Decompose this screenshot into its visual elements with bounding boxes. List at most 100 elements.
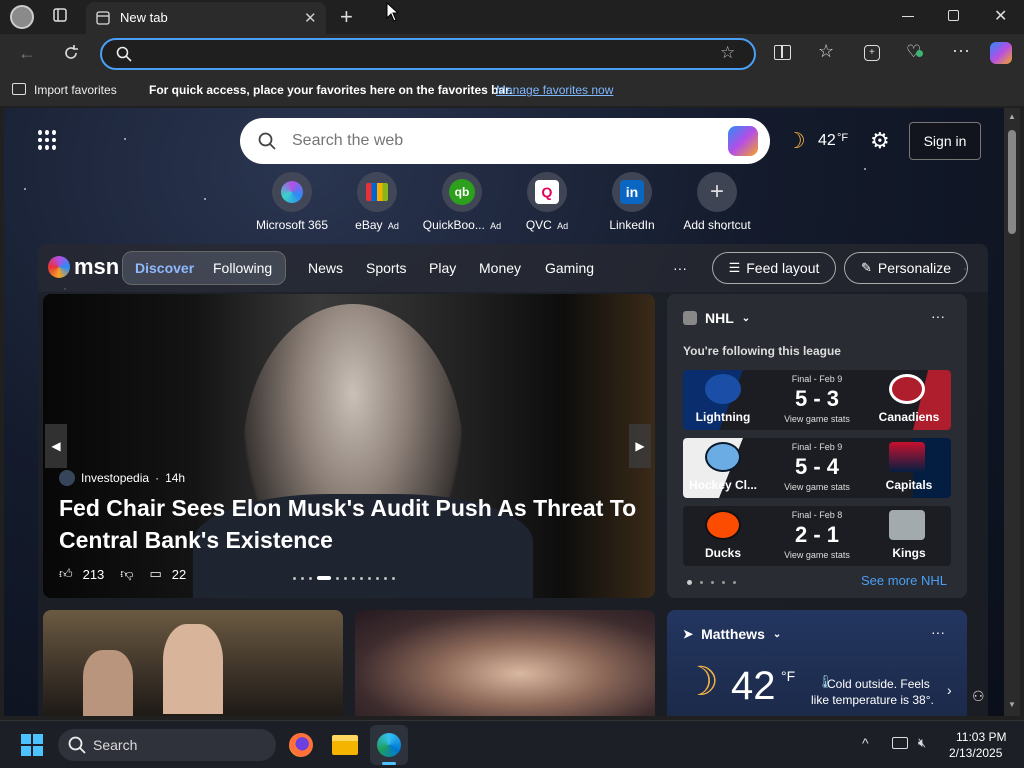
tab-following[interactable]: Following (213, 260, 272, 276)
hero-article-card[interactable]: ◀ ▶ Investopedia · 14h Fed Chair Sees El… (43, 294, 655, 598)
copilot-icon[interactable] (990, 42, 1012, 64)
next-slide-button[interactable]: ▶ (629, 424, 651, 468)
nhl-more-icon[interactable]: ··· (931, 308, 945, 324)
nhl-pager-dots[interactable] (687, 580, 736, 585)
minimize-icon[interactable] (902, 16, 914, 17)
nav-more-icon[interactable]: ··· (673, 260, 687, 276)
sign-in-button[interactable]: Sign in (909, 122, 981, 160)
view-game-stats[interactable]: View game stats (767, 414, 867, 424)
msn-logo[interactable]: msn (48, 254, 119, 280)
collections-icon[interactable]: + (864, 45, 880, 61)
personalize-icon: ✎ (860, 260, 872, 275)
like-icon[interactable]: 👍︎ (59, 566, 73, 582)
feedback-icon[interactable]: ⚇ (972, 688, 985, 705)
firefox-icon[interactable] (289, 733, 313, 757)
personalize-button[interactable]: ✎ Personalize (844, 252, 968, 284)
carousel-dots[interactable] (293, 576, 395, 580)
card-photo (83, 650, 133, 716)
tab-new-tab[interactable]: New tab ✕ (86, 2, 326, 34)
split-screen-icon[interactable] (774, 45, 791, 60)
nav-gaming[interactable]: Gaming (545, 260, 594, 276)
settings-more-icon[interactable]: ··· (952, 40, 970, 61)
back-icon[interactable]: ← (18, 43, 36, 63)
taskbar: Search ^ 🔇︎ 11:03 PM 2/13/2025 (0, 720, 1024, 768)
nav-money[interactable]: Money (479, 260, 521, 276)
shortcut-linkedin[interactable]: in LinkedIn (587, 172, 677, 232)
nhl-shield-icon (683, 311, 697, 325)
page-scrollbar[interactable]: ▲ ▼ (1004, 108, 1020, 716)
linkedin-icon: in (612, 172, 652, 212)
shortcut-label: Add shortcut (683, 218, 751, 232)
volume-muted-icon[interactable]: 🔇︎ (918, 735, 926, 751)
address-bar[interactable]: ☆ (100, 38, 756, 70)
see-more-nhl-link[interactable]: See more NHL (861, 573, 947, 588)
windows-start-icon[interactable] (21, 734, 43, 756)
shortcut-microsoft-365[interactable]: Microsoft 365 (247, 172, 337, 232)
browser-essentials-icon[interactable]: ♡ (906, 42, 923, 62)
shortcut-ebay[interactable]: eBay Ad (332, 172, 422, 232)
edge-taskbar-button[interactable] (370, 725, 408, 765)
shortcut-qvc[interactable]: Q QVC Ad (502, 172, 592, 232)
location-name: Matthews (701, 626, 765, 642)
chevron-down-icon: ⌄ (772, 628, 782, 640)
web-search-input[interactable] (292, 130, 692, 152)
hero-source[interactable]: Investopedia · 14h (59, 470, 185, 486)
shortcut-quickbooks[interactable]: qb QuickBoo... Ad (417, 172, 507, 232)
chevron-right-icon[interactable]: › (947, 682, 952, 698)
microsoft-365-icon (272, 172, 312, 212)
nhl-game-3[interactable]: Ducks Final - Feb 8 2 - 1 View game stat… (683, 506, 951, 566)
nhl-game-2[interactable]: Hockey Cl... Final - Feb 9 5 - 4 View ga… (683, 438, 951, 498)
news-card-2[interactable] (355, 610, 655, 716)
file-explorer-icon[interactable] (332, 735, 358, 755)
nhl-header[interactable]: NHL ⌄ (683, 310, 750, 326)
scroll-thumb[interactable] (1008, 130, 1016, 234)
restore-icon[interactable] (948, 10, 959, 21)
edge-icon (377, 733, 401, 757)
ntp-weather-temp[interactable]: 42 (818, 132, 836, 150)
apps-launcher-icon[interactable] (38, 130, 58, 150)
view-game-stats[interactable]: View game stats (767, 550, 867, 560)
nav-sports[interactable]: Sports (366, 260, 406, 276)
weather-location[interactable]: ➤ Matthews ⌄ (683, 626, 781, 642)
feed-layout-button[interactable]: ☰ Feed layout (712, 252, 836, 284)
nav-news[interactable]: News (308, 260, 343, 276)
dislike-icon[interactable]: 👎︎ (120, 566, 133, 582)
web-search-box[interactable] (240, 118, 770, 164)
close-window-icon[interactable]: ✕ (994, 6, 1007, 26)
copilot-icon[interactable] (728, 126, 758, 156)
comment-icon[interactable]: ▭ (150, 566, 162, 582)
new-tab-icon[interactable]: + (340, 4, 353, 30)
scroll-down-icon[interactable]: ▼ (1008, 700, 1016, 709)
taskbar-search[interactable]: Search (58, 729, 276, 761)
search-icon (258, 132, 276, 155)
title-bar: New tab ✕ + ✕ (0, 0, 1024, 34)
favorite-star-icon[interactable]: ☆ (720, 43, 735, 63)
clock-time[interactable]: 11:03 PM (956, 730, 1006, 744)
prev-slide-button[interactable]: ◀ (45, 424, 67, 468)
weather-more-icon[interactable]: ··· (931, 624, 945, 640)
clock-date[interactable]: 2/13/2025 (949, 746, 1002, 760)
hero-headline[interactable]: Fed Chair Sees Elon Musk's Audit Push As… (59, 492, 639, 556)
page-settings-icon[interactable]: ⚙ (870, 128, 890, 154)
address-input[interactable] (142, 44, 702, 64)
close-tab-icon[interactable]: ✕ (304, 9, 317, 27)
show-hidden-icons-icon[interactable]: ^ (862, 735, 869, 751)
profile-avatar[interactable] (10, 5, 34, 29)
favorites-icon[interactable]: ☆ (818, 41, 834, 62)
weather-card[interactable]: ➤ Matthews ⌄ ··· ☽ 42 °F 🌡︎ Cold outside… (667, 610, 967, 716)
network-icon[interactable] (892, 737, 908, 749)
import-favorites-button[interactable]: Import favorites (34, 83, 117, 97)
nav-play[interactable]: Play (429, 260, 456, 276)
nhl-game-1[interactable]: Lightning Final - Feb 9 5 - 3 View game … (683, 370, 951, 430)
away-team: Kings (892, 546, 926, 560)
tab-actions-icon[interactable] (50, 7, 70, 27)
tab-discover[interactable]: Discover (135, 260, 194, 276)
manage-favorites-link[interactable]: Manage favorites now (496, 83, 613, 97)
scroll-up-icon[interactable]: ▲ (1008, 112, 1016, 121)
shortcut-add[interactable]: + Add shortcut (672, 172, 762, 232)
nhl-card: NHL ⌄ ··· You're following this league L… (667, 294, 967, 598)
view-game-stats[interactable]: View game stats (767, 482, 867, 492)
news-card-1[interactable] (43, 610, 343, 716)
refresh-icon[interactable] (62, 44, 80, 67)
msn-wordmark: msn (74, 254, 120, 279)
